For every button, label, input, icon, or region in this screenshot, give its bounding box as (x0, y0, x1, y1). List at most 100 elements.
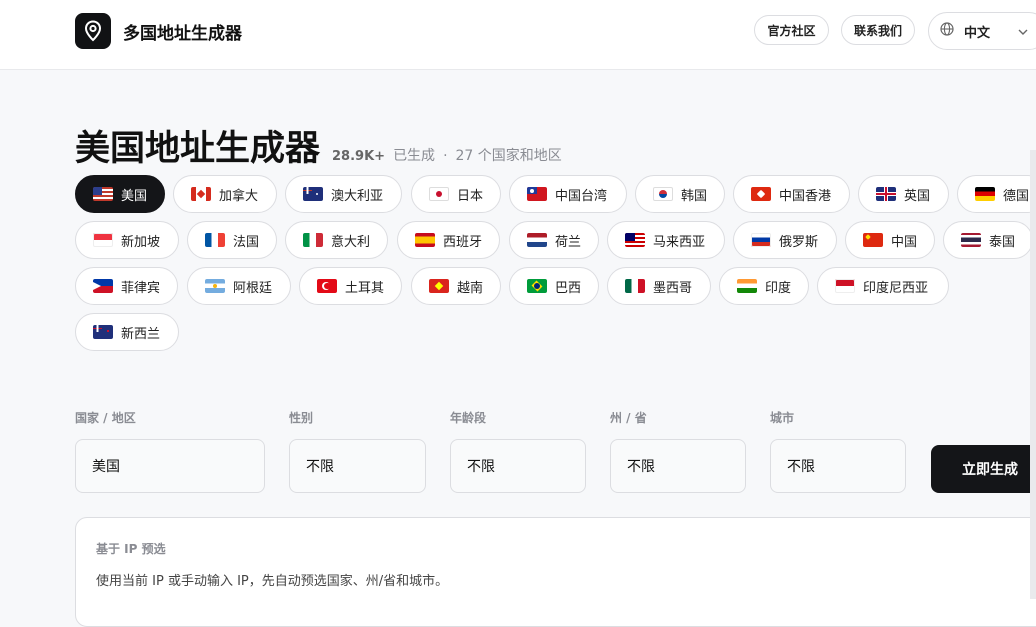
es-flag-icon (415, 233, 435, 247)
ip-panel-title: 基于 IP 预选 (96, 542, 166, 556)
country-chip-label: 中国台湾 (555, 188, 608, 204)
country-chip-label: 泰国 (989, 234, 1016, 250)
in-flag-icon (737, 279, 757, 293)
country-chip-mx[interactable]: 墨西哥 (607, 267, 711, 305)
country-chip-nz[interactable]: 新西兰 (75, 313, 179, 351)
chevron-down-icon (1018, 24, 1028, 39)
country-chip-ar[interactable]: 阿根廷 (187, 267, 291, 305)
country-chip-label: 新加坡 (121, 234, 161, 250)
country-chip-sg[interactable]: 新加坡 (75, 221, 179, 259)
country-select[interactable]: 美国 (75, 439, 265, 493)
country-chip-id[interactable]: 印度尼西亚 (817, 267, 949, 305)
country-chip-label: 德国 (1003, 188, 1030, 204)
ru-flag-icon (751, 233, 771, 247)
country-chip-gb[interactable]: 英国 (858, 175, 949, 213)
vn-flag-icon (429, 279, 449, 293)
brand-name[interactable]: 多国地址生成器 (123, 19, 242, 44)
location-pin-logo-icon[interactable] (75, 13, 111, 49)
country-chip-in[interactable]: 印度 (719, 267, 809, 305)
country-chip-label: 中国香港 (779, 188, 832, 204)
contact-us-button[interactable]: 联系我们 (841, 15, 915, 45)
city-field-label: 城市 (770, 411, 795, 425)
au-flag-icon (303, 187, 323, 201)
country-chip-label: 阿根廷 (233, 280, 273, 296)
country-chip-vn[interactable]: 越南 (411, 267, 501, 305)
language-label: 中文 (964, 25, 991, 41)
kr-flag-icon (653, 187, 673, 201)
country-chip-th[interactable]: 泰国 (943, 221, 1033, 259)
country-chip-label: 中国 (891, 234, 918, 250)
nz-flag-icon (93, 325, 113, 339)
country-chip-label: 土耳其 (345, 280, 385, 296)
country-chip-fr[interactable]: 法国 (187, 221, 277, 259)
official-community-button[interactable]: 官方社区 (754, 15, 829, 45)
gb-flag-icon (876, 187, 896, 201)
country-chip-au[interactable]: 澳大利亚 (285, 175, 402, 213)
country-chip-tr[interactable]: 土耳其 (299, 267, 402, 305)
generated-suffix: 已生成 (393, 148, 436, 164)
city-select[interactable]: 不限 (770, 439, 906, 493)
country-chip-label: 马来西亚 (653, 234, 706, 250)
country-chip-label: 韩国 (681, 188, 708, 204)
country-chip-list: 美国 加拿大 澳大利亚 日本 中国台湾 韩国 中国香港 英国 德国 新加坡 法国 (0, 0, 1036, 599)
ar-flag-icon (205, 279, 225, 293)
country-chip-cn[interactable]: 中国 (845, 221, 935, 259)
country-chip-tw[interactable]: 中国台湾 (509, 175, 627, 213)
br-flag-icon (527, 279, 547, 293)
gender-select[interactable]: 不限 (289, 439, 426, 493)
sg-flag-icon (93, 233, 113, 247)
age-field-label: 年龄段 (450, 411, 487, 425)
hk-flag-icon (751, 187, 771, 201)
gender-field-label: 性别 (289, 411, 314, 425)
language-selector[interactable]: 中文 (928, 12, 1036, 50)
it-flag-icon (303, 233, 323, 247)
country-chip-ph[interactable]: 菲律宾 (75, 267, 178, 305)
id-flag-icon (835, 279, 855, 293)
country-chip-kr[interactable]: 韩国 (635, 175, 725, 213)
tr-flag-icon (317, 279, 337, 293)
country-chip-label: 俄罗斯 (779, 234, 819, 250)
country-chip-ru[interactable]: 俄罗斯 (733, 221, 837, 259)
country-chip-it[interactable]: 意大利 (285, 221, 388, 259)
generate-button[interactable]: 立即生成 (931, 445, 1036, 493)
my-flag-icon (625, 233, 645, 247)
country-chip-jp[interactable]: 日本 (411, 175, 501, 213)
country-chip-us[interactable]: 美国 (75, 175, 165, 213)
tw-flag-icon (527, 187, 547, 201)
country-chip-label: 意大利 (331, 234, 371, 250)
country-chip-my[interactable]: 马来西亚 (607, 221, 725, 259)
fr-flag-icon (205, 233, 225, 247)
state-select[interactable]: 不限 (610, 439, 746, 493)
page-heading: 美国地址生成器 28.9K+ 已生成 · 27 个国家和地区 (75, 120, 562, 171)
country-chip-label: 英国 (904, 188, 931, 204)
country-chip-label: 美国 (121, 188, 148, 204)
ip-panel-description: 使用当前 IP 或手动输入 IP，先自动预选国家、州/省和城市。 (96, 574, 449, 589)
nl-flag-icon (527, 233, 547, 247)
country-chip-br[interactable]: 巴西 (509, 267, 599, 305)
country-chip-label: 荷兰 (555, 234, 582, 250)
country-chip-nl[interactable]: 荷兰 (509, 221, 599, 259)
country-chip-ca[interactable]: 加拿大 (173, 175, 277, 213)
country-chip-label: 澳大利亚 (331, 188, 384, 204)
generated-count: 28.9K+ (332, 149, 386, 164)
top-navigation-bar: 多国地址生成器 官方社区 联系我们 中文 (0, 0, 1036, 70)
country-chip-label: 加拿大 (219, 188, 259, 204)
age-select[interactable]: 不限 (450, 439, 586, 493)
state-field-label: 州 / 省 (610, 411, 647, 425)
country-chip-es[interactable]: 西班牙 (397, 221, 500, 259)
country-chip-label: 西班牙 (443, 234, 483, 250)
coverage-text: 27 个国家和地区 (455, 148, 562, 164)
ca-flag-icon (191, 187, 211, 201)
country-chip-de[interactable]: 德国 (957, 175, 1036, 213)
country-chip-label: 越南 (457, 280, 484, 296)
meta-separator: · (443, 148, 448, 164)
country-chip-label: 法国 (233, 234, 260, 250)
country-chip-label: 日本 (457, 188, 484, 204)
country-chip-hk[interactable]: 中国香港 (733, 175, 850, 213)
country-chip-label: 菲律宾 (121, 280, 161, 296)
jp-flag-icon (429, 187, 449, 201)
mx-flag-icon (625, 279, 645, 293)
country-chip-label: 墨西哥 (653, 280, 693, 296)
de-flag-icon (975, 187, 995, 201)
country-chip-label: 新西兰 (121, 326, 161, 342)
